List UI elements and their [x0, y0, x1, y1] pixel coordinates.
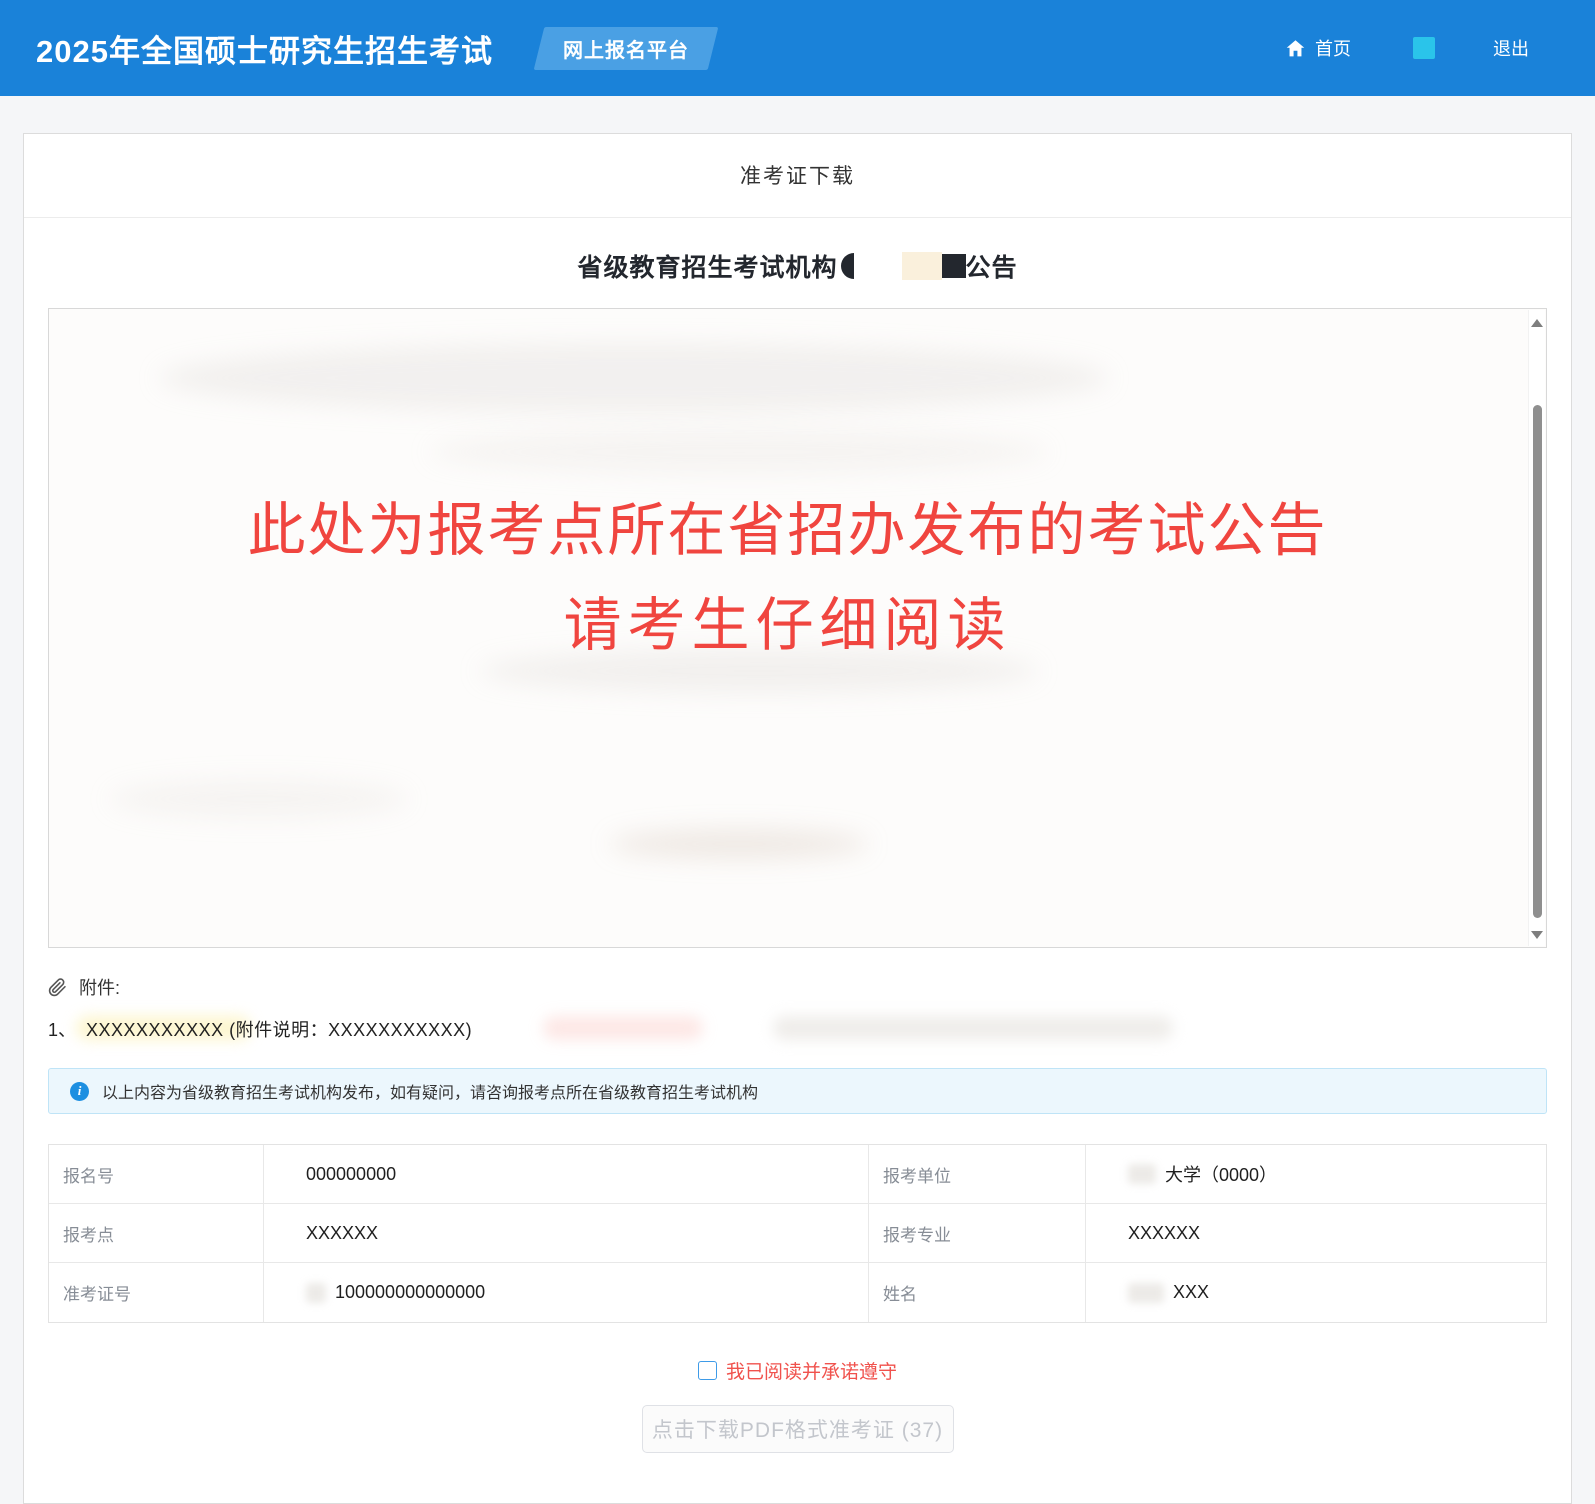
header-nav: 首页 退出 [1285, 35, 1559, 61]
field-value-baominghao: 000000000 [264, 1145, 869, 1203]
blurred-document-smudge [429, 429, 1049, 475]
logout-link[interactable]: 退出 [1493, 35, 1529, 61]
platform-badge-label: 网上报名平台 [563, 34, 689, 63]
table-row: 报考点 XXXXXX 报考专业 XXXXXX [49, 1204, 1546, 1263]
redaction-mark [942, 254, 966, 278]
app-title: 2025年全国硕士研究生招生考试 [36, 26, 493, 71]
attachments-header: 附件: [48, 974, 1547, 1000]
home-label: 首页 [1315, 35, 1351, 61]
redaction-mark [902, 252, 942, 280]
field-label-zhunkaozhenghao: 准考证号 [49, 1263, 264, 1322]
redaction-mark [841, 253, 854, 279]
redaction-smudge [543, 1016, 703, 1040]
attachment-index: 1、 [48, 1016, 76, 1042]
blurred-document-smudge [159, 343, 1109, 413]
header: 2025年全国硕士研究生招生考试 网上报名平台 首页 退出 [0, 0, 1595, 96]
platform-badge: 网上报名平台 [534, 27, 719, 70]
announcement-warning-line2: 请考生仔细阅读 [49, 597, 1526, 655]
attachment-text: XXXXXXXXXXX (附件说明：XXXXXXXXXXX) [86, 1016, 472, 1042]
candidate-info-table: 报名号 000000000 报考单位 大学（0000） 报考点 XXXXXX 报… [48, 1144, 1547, 1323]
home-link[interactable]: 首页 [1285, 35, 1351, 61]
attachment-item[interactable]: 1、 XXXXXXXXXXX (附件说明：XXXXXXXXXXX) [48, 1016, 1547, 1042]
scroll-down-arrow-icon[interactable] [1531, 931, 1543, 939]
redaction-smudge [306, 1283, 326, 1303]
info-alert-text: 以上内容为省级教育招生考试机构发布，如有疑问，请咨询报考点所在省级教育招生考试机… [102, 1079, 758, 1103]
redaction-smudge [773, 1016, 1173, 1040]
scroll-up-arrow-icon[interactable] [1531, 319, 1543, 327]
page-title: 准考证下载 [24, 134, 1571, 218]
download-pdf-button[interactable]: 点击下载PDF格式准考证 (37) [642, 1405, 954, 1453]
home-icon [1285, 38, 1306, 59]
field-value-zhunkaozhenghao: 100000000000000 [264, 1263, 869, 1322]
blurred-document-smudge [109, 779, 409, 819]
field-value-text: 大学（0000） [1165, 1161, 1277, 1187]
announcement-title: 省级教育招生考试机构 公告 [48, 248, 1547, 284]
scrollbar-thumb[interactable] [1533, 405, 1542, 918]
blurred-document-smudge [609, 829, 869, 859]
field-value-baokaodian: XXXXXX [264, 1204, 869, 1262]
field-label-baominghao: 报名号 [49, 1145, 264, 1203]
main-card: 准考证下载 省级教育招生考试机构 公告 此处为报考点所在省招办发布的考试公告 请考… [23, 133, 1572, 1504]
table-row: 报名号 000000000 报考单位 大学（0000） [49, 1145, 1546, 1204]
info-icon: i [70, 1082, 89, 1101]
field-label-baokaodanwei: 报考单位 [869, 1145, 1086, 1203]
logout-label: 退出 [1493, 35, 1529, 61]
field-label-baokaozhuanye: 报考专业 [869, 1204, 1086, 1262]
attachments-label: 附件: [79, 974, 120, 1000]
paperclip-icon [48, 978, 67, 997]
announcement-image-panel: 此处为报考点所在省招办发布的考试公告 请考生仔细阅读 [48, 308, 1547, 948]
field-value-baokaodanwei: 大学（0000） [1086, 1145, 1546, 1203]
agree-checkbox[interactable] [698, 1361, 717, 1380]
info-alert: i 以上内容为省级教育招生考试机构发布，如有疑问，请咨询报考点所在省级教育招生考… [48, 1068, 1547, 1114]
redaction-smudge [1128, 1164, 1156, 1184]
field-label-baokaodian: 报考点 [49, 1204, 264, 1262]
cyan-square-icon [1413, 37, 1435, 59]
field-label-xingming: 姓名 [869, 1263, 1086, 1322]
agreement-row: 我已阅读并承诺遵守 [48, 1357, 1547, 1384]
announcement-title-suffix: 公告 [966, 248, 1018, 284]
agree-label[interactable]: 我已阅读并承诺遵守 [726, 1357, 897, 1384]
announcement-title-prefix: 省级教育招生考试机构 [577, 248, 837, 284]
announcement-warning-text: 此处为报考点所在省招办发布的考试公告 请考生仔细阅读 [49, 502, 1526, 655]
notice-scrollbar[interactable] [1528, 310, 1545, 946]
field-value-baokaozhuanye: XXXXXX [1086, 1204, 1546, 1262]
field-value-text: XXX [1173, 1282, 1209, 1303]
field-value-xingming: XXX [1086, 1263, 1546, 1322]
announcement-warning-line1: 此处为报考点所在省招办发布的考试公告 [49, 502, 1526, 560]
field-value-text: 100000000000000 [335, 1282, 485, 1303]
redaction-smudge [1128, 1283, 1164, 1303]
table-row: 准考证号 100000000000000 姓名 XXX [49, 1263, 1546, 1322]
